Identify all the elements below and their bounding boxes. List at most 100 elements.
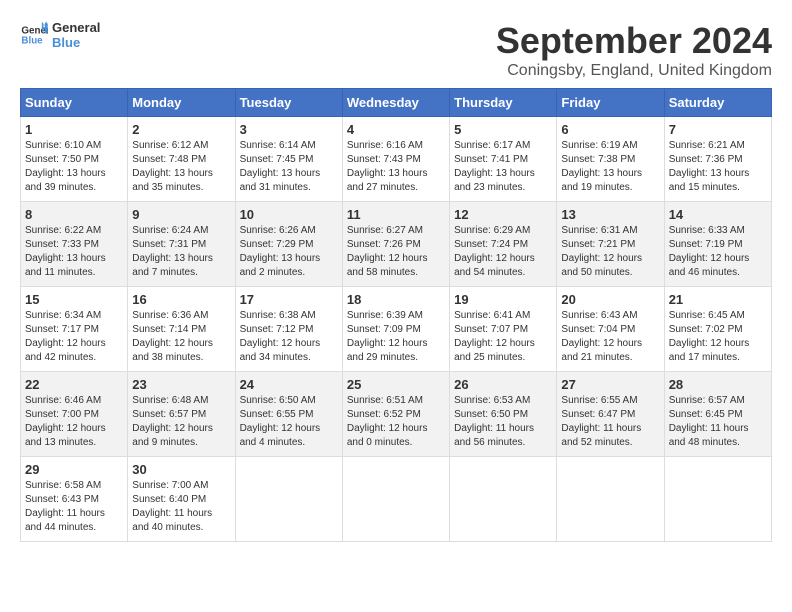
day-number: 27 (561, 377, 659, 392)
day-number: 12 (454, 207, 552, 222)
day-number: 9 (132, 207, 230, 222)
header-cell-friday: Friday (557, 89, 664, 117)
calendar-cell: 29Sunrise: 6:58 AMSunset: 6:43 PMDayligh… (21, 457, 128, 542)
header-cell-wednesday: Wednesday (342, 89, 449, 117)
calendar-cell: 22 Sunrise: 6:46 AMSunset: 7:00 PMDayligh… (21, 372, 128, 457)
calendar-cell: 5 Sunrise: 6:17 AMSunset: 7:41 PMDaylight… (450, 117, 557, 202)
day-number: 26 (454, 377, 552, 392)
calendar-cell: 25 Sunrise: 6:51 AMSunset: 6:52 PMDayligh… (342, 372, 449, 457)
day-info: Sunrise: 7:00 AMSunset: 6:40 PMDaylight:… (132, 479, 230, 535)
calendar-cell: 10 Sunrise: 6:26 AMSunset: 7:29 PMDayligh… (235, 202, 342, 287)
calendar-cell: 26 Sunrise: 6:53 AMSunset: 6:50 PMDayligh… (450, 372, 557, 457)
calendar-cell: 23Sunrise: 6:48 AMSunset: 6:57 PMDayligh… (128, 372, 235, 457)
day-info: Sunrise: 6:19 AMSunset: 7:38 PMDaylight:… (561, 139, 659, 195)
calendar-cell: 20Sunrise: 6:43 AMSunset: 7:04 PMDayligh… (557, 287, 664, 372)
day-info: Sunrise: 6:46 AMSunset: 7:00 PMDaylight:… (25, 394, 123, 450)
title-block: September 2024 Coningsby, England, Unite… (496, 20, 772, 80)
day-info: Sunrise: 6:39 AMSunset: 7:09 PMDaylight:… (347, 309, 445, 365)
svg-text:Blue: Blue (21, 35, 43, 46)
calendar-cell: 27 Sunrise: 6:55 AMSunset: 6:47 PMDayligh… (557, 372, 664, 457)
day-number: 6 (561, 122, 659, 137)
calendar-cell: 15Sunrise: 6:34 AMSunset: 7:17 PMDayligh… (21, 287, 128, 372)
day-number: 17 (240, 292, 338, 307)
day-info: Sunrise: 6:27 AMSunset: 7:26 PMDaylight:… (347, 224, 445, 280)
calendar-cell (664, 457, 771, 542)
day-number: 1 (25, 122, 123, 137)
day-number: 4 (347, 122, 445, 137)
day-number: 15 (25, 292, 123, 307)
day-number: 30 (132, 462, 230, 477)
calendar-cell: 16 Sunrise: 6:36 AMSunset: 7:14 PMDayligh… (128, 287, 235, 372)
day-info: Sunrise: 6:26 AMSunset: 7:29 PMDaylight:… (240, 224, 338, 280)
day-info: Sunrise: 6:57 AMSunset: 6:45 PMDaylight:… (669, 394, 767, 450)
calendar-cell: 8Sunrise: 6:22 AMSunset: 7:33 PMDaylight… (21, 202, 128, 287)
day-info: Sunrise: 6:12 AMSunset: 7:48 PMDaylight:… (132, 139, 230, 195)
header-cell-thursday: Thursday (450, 89, 557, 117)
day-info: Sunrise: 6:36 AMSunset: 7:14 PMDaylight:… (132, 309, 230, 365)
calendar-cell: 9 Sunrise: 6:24 AMSunset: 7:31 PMDaylight… (128, 202, 235, 287)
day-number: 10 (240, 207, 338, 222)
calendar-cell (450, 457, 557, 542)
day-number: 22 (25, 377, 123, 392)
day-info: Sunrise: 6:33 AMSunset: 7:19 PMDaylight:… (669, 224, 767, 280)
day-number: 16 (132, 292, 230, 307)
day-info: Sunrise: 6:45 AMSunset: 7:02 PMDaylight:… (669, 309, 767, 365)
day-info: Sunrise: 6:22 AMSunset: 7:33 PMDaylight:… (25, 224, 123, 280)
day-number: 3 (240, 122, 338, 137)
day-number: 21 (669, 292, 767, 307)
calendar-cell: 11 Sunrise: 6:27 AMSunset: 7:26 PMDayligh… (342, 202, 449, 287)
header-cell-saturday: Saturday (664, 89, 771, 117)
header-cell-tuesday: Tuesday (235, 89, 342, 117)
logo: General Blue General Blue (20, 20, 100, 50)
day-number: 25 (347, 377, 445, 392)
day-number: 18 (347, 292, 445, 307)
day-info: Sunrise: 6:24 AMSunset: 7:31 PMDaylight:… (132, 224, 230, 280)
calendar-cell: 18 Sunrise: 6:39 AMSunset: 7:09 PMDayligh… (342, 287, 449, 372)
day-number: 7 (669, 122, 767, 137)
day-number: 5 (454, 122, 552, 137)
day-info: Sunrise: 6:14 AMSunset: 7:45 PMDaylight:… (240, 139, 338, 195)
calendar-cell: 30 Sunrise: 7:00 AMSunset: 6:40 PMDayligh… (128, 457, 235, 542)
day-info: Sunrise: 6:17 AMSunset: 7:41 PMDaylight:… (454, 139, 552, 195)
day-info: Sunrise: 6:55 AMSunset: 6:47 PMDaylight:… (561, 394, 659, 450)
calendar-cell: 1Sunrise: 6:10 AMSunset: 7:50 PMDaylight… (21, 117, 128, 202)
day-number: 2 (132, 122, 230, 137)
day-info: Sunrise: 6:43 AMSunset: 7:04 PMDaylight:… (561, 309, 659, 365)
logo-line1: General (52, 20, 100, 35)
subtitle: Coningsby, England, United Kingdom (496, 62, 772, 80)
main-title: September 2024 (496, 20, 772, 62)
day-number: 24 (240, 377, 338, 392)
day-info: Sunrise: 6:29 AMSunset: 7:24 PMDaylight:… (454, 224, 552, 280)
calendar-cell: 19 Sunrise: 6:41 AMSunset: 7:07 PMDayligh… (450, 287, 557, 372)
calendar-cell: 28 Sunrise: 6:57 AMSunset: 6:45 PMDayligh… (664, 372, 771, 457)
day-number: 28 (669, 377, 767, 392)
day-info: Sunrise: 6:21 AMSunset: 7:36 PMDaylight:… (669, 139, 767, 195)
calendar-cell: 7 Sunrise: 6:21 AMSunset: 7:36 PMDaylight… (664, 117, 771, 202)
week-row-1: 1Sunrise: 6:10 AMSunset: 7:50 PMDaylight… (21, 117, 772, 202)
calendar-cell: 3 Sunrise: 6:14 AMSunset: 7:45 PMDaylight… (235, 117, 342, 202)
day-info: Sunrise: 6:41 AMSunset: 7:07 PMDaylight:… (454, 309, 552, 365)
day-info: Sunrise: 6:38 AMSunset: 7:12 PMDaylight:… (240, 309, 338, 365)
week-row-4: 22 Sunrise: 6:46 AMSunset: 7:00 PMDayligh… (21, 372, 772, 457)
calendar-cell (235, 457, 342, 542)
day-info: Sunrise: 6:16 AMSunset: 7:43 PMDaylight:… (347, 139, 445, 195)
day-info: Sunrise: 6:51 AMSunset: 6:52 PMDaylight:… (347, 394, 445, 450)
day-number: 14 (669, 207, 767, 222)
day-info: Sunrise: 6:53 AMSunset: 6:50 PMDaylight:… (454, 394, 552, 450)
day-number: 19 (454, 292, 552, 307)
day-number: 23 (132, 377, 230, 392)
day-number: 13 (561, 207, 659, 222)
header-row: SundayMondayTuesdayWednesdayThursdayFrid… (21, 89, 772, 117)
calendar-cell (557, 457, 664, 542)
calendar-cell: 6 Sunrise: 6:19 AMSunset: 7:38 PMDaylight… (557, 117, 664, 202)
week-row-5: 29Sunrise: 6:58 AMSunset: 6:43 PMDayligh… (21, 457, 772, 542)
day-info: Sunrise: 6:31 AMSunset: 7:21 PMDaylight:… (561, 224, 659, 280)
calendar-cell: 17 Sunrise: 6:38 AMSunset: 7:12 PMDayligh… (235, 287, 342, 372)
calendar-cell: 2 Sunrise: 6:12 AMSunset: 7:48 PMDaylight… (128, 117, 235, 202)
calendar-cell: 24 Sunrise: 6:50 AMSunset: 6:55 PMDayligh… (235, 372, 342, 457)
day-number: 11 (347, 207, 445, 222)
day-info: Sunrise: 6:50 AMSunset: 6:55 PMDaylight:… (240, 394, 338, 450)
page-header: General Blue General Blue September 2024… (20, 20, 772, 80)
week-row-3: 15Sunrise: 6:34 AMSunset: 7:17 PMDayligh… (21, 287, 772, 372)
day-info: Sunrise: 6:58 AMSunset: 6:43 PMDaylight:… (25, 479, 123, 535)
